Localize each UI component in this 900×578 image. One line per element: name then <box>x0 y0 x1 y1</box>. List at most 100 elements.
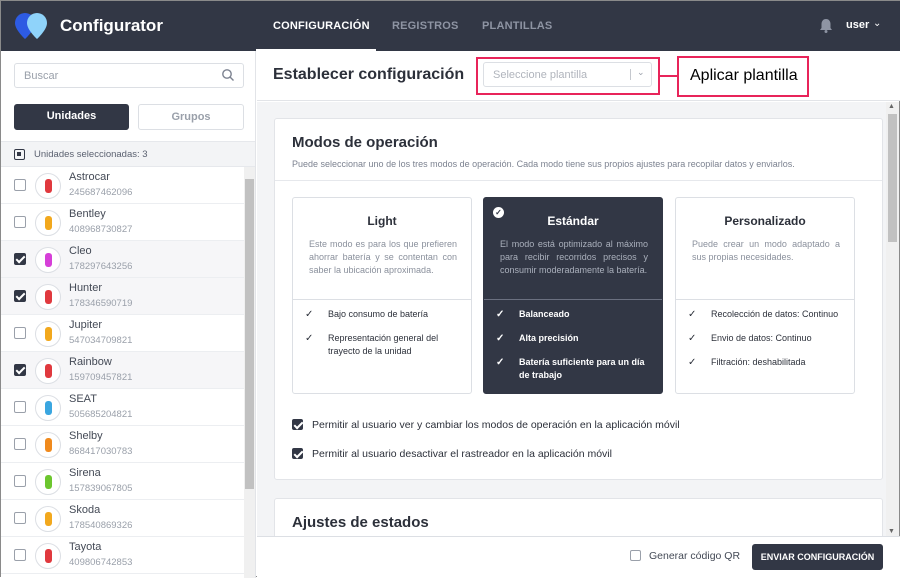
unit-id: 408968730827 <box>69 224 133 235</box>
scroll-up-icon[interactable]: ▲ <box>888 103 895 110</box>
unit-id: 159709457821 <box>69 372 133 383</box>
unit-checkbox[interactable] <box>14 290 26 302</box>
scroll-down-icon[interactable]: ▼ <box>888 528 895 535</box>
annotation-highlight <box>476 57 660 95</box>
brand-name: Configurator <box>60 16 163 35</box>
mode-card-personalizado[interactable]: Personalizado Puede crear un modo adapta… <box>675 197 855 394</box>
car-avatar <box>35 506 61 532</box>
unit-checkbox[interactable] <box>14 179 26 191</box>
feature-label: Bajo consumo de batería <box>328 309 429 319</box>
unit-row[interactable]: Shelby 868417030783 <box>1 426 244 463</box>
mode-feature: ✓ Batería suficiente para un día de traba… <box>496 356 656 382</box>
tab-unidades[interactable]: Unidades <box>14 104 129 130</box>
unit-id: 245687462096 <box>69 187 133 198</box>
page-title: Establecer configuración <box>273 66 465 83</box>
unit-checkbox[interactable] <box>14 401 26 413</box>
check-icon: ✓ <box>688 357 697 368</box>
unit-checkbox[interactable] <box>14 327 26 339</box>
car-icon <box>45 216 52 230</box>
tab-grupos[interactable]: Grupos <box>138 104 244 130</box>
divider <box>275 180 882 181</box>
logo-icon <box>15 13 47 39</box>
unit-checkbox[interactable] <box>14 216 26 228</box>
unit-id: 178297643256 <box>69 261 133 272</box>
car-avatar <box>35 358 61 384</box>
scrollbar-thumb[interactable] <box>888 114 897 242</box>
unit-row[interactable]: Jupiter 547034709821 <box>1 315 244 352</box>
check-icon: ✓ <box>305 333 314 344</box>
send-config-button[interactable]: ENVIAR CONFIGURACIÓN <box>752 544 883 570</box>
checkbox[interactable] <box>292 419 303 430</box>
permission-change-modes[interactable]: Permitir al usuario ver y cambiar los mo… <box>292 419 680 431</box>
generate-qr-option[interactable]: Generar código QR <box>630 550 740 562</box>
unit-name: Astrocar <box>69 171 110 183</box>
mode-feature: ✓ Envio de datos: Continuo <box>688 332 848 345</box>
mode-description: Este modo es para los que prefieren ahor… <box>309 239 457 275</box>
permission-label: Permitir al usuario ver y cambiar los mo… <box>312 419 680 431</box>
mode-description: Puede crear un modo adaptado a sus propi… <box>692 239 840 262</box>
footer-bar: Generar código QR ENVIAR CONFIGURACIÓN <box>257 536 900 577</box>
bell-icon[interactable] <box>819 18 833 33</box>
search-input[interactable]: Buscar <box>14 63 244 88</box>
scrollbar-thumb[interactable] <box>245 179 254 489</box>
car-avatar <box>35 469 61 495</box>
divider <box>676 299 854 300</box>
car-avatar <box>35 210 61 236</box>
unit-checkbox[interactable] <box>14 549 26 561</box>
nav-plantillas[interactable]: PLANTILLAS <box>482 20 552 32</box>
unit-checkbox[interactable] <box>14 253 26 265</box>
unit-row[interactable]: Tayota 409806742853 <box>1 537 244 574</box>
unit-id: 178346590719 <box>69 298 133 309</box>
qr-label: Generar código QR <box>649 550 741 562</box>
mode-card-estándar[interactable]: ✓ Estándar El modo está optimizado al máx… <box>483 197 663 394</box>
car-avatar <box>35 173 61 199</box>
permission-disable-tracker[interactable]: Permitir al usuario desactivar el rastre… <box>292 448 612 460</box>
unit-row[interactable]: Rainbow 159709457821 <box>1 352 244 389</box>
unit-name: Hunter <box>69 282 103 294</box>
unit-row[interactable]: Skoda 178540869326 <box>1 500 244 537</box>
check-icon: ✓ <box>496 357 505 368</box>
feature-label: Representación general del trayecto de l… <box>328 333 439 356</box>
check-icon: ✓ <box>496 309 505 320</box>
unit-row[interactable]: SEAT 505685204821 <box>1 389 244 426</box>
chevron-down-icon[interactable]: ⌄ <box>873 18 881 29</box>
unit-checkbox[interactable] <box>14 438 26 450</box>
select-all-checkbox[interactable] <box>14 149 25 160</box>
qr-checkbox[interactable] <box>630 550 641 561</box>
unit-id: 868417030783 <box>69 446 133 457</box>
unit-checkbox[interactable] <box>14 512 26 524</box>
unit-row[interactable]: Hunter 178346590719 <box>1 278 244 315</box>
unit-name: Skoda <box>69 504 101 516</box>
unit-row[interactable]: Astrocar 245687462096 <box>1 167 244 204</box>
car-icon <box>45 253 52 267</box>
mode-title: Light <box>367 214 397 228</box>
unit-checkbox[interactable] <box>14 364 26 376</box>
unit-name: Rainbow <box>69 356 112 368</box>
unit-row[interactable]: Bentley 408968730827 <box>1 204 244 241</box>
car-avatar <box>35 247 61 273</box>
car-avatar <box>35 543 61 569</box>
search-icon[interactable] <box>221 68 235 82</box>
nav-configuracion[interactable]: CONFIGURACIÓN <box>273 20 370 32</box>
unit-name: Sirena <box>69 467 101 479</box>
user-menu[interactable]: user <box>846 19 869 31</box>
car-icon <box>45 179 52 193</box>
unit-row[interactable]: Sirena 157839067805 <box>1 463 244 500</box>
mode-feature: ✓ Balanceado <box>496 308 656 321</box>
sidebar-scrollbar[interactable] <box>244 167 255 578</box>
mode-card-light[interactable]: Light Este modo es para los que prefiere… <box>292 197 472 394</box>
car-avatar <box>35 284 61 310</box>
mode-feature: ✓ Bajo consumo de batería <box>305 308 465 321</box>
unit-id: 505685204821 <box>69 409 133 420</box>
feature-label: Recolección de datos: Continuo <box>711 309 839 319</box>
unit-checkbox[interactable] <box>14 475 26 487</box>
nav-registros[interactable]: REGISTROS <box>392 20 459 32</box>
check-icon: ✓ <box>688 309 697 320</box>
content-scrollbar[interactable]: ▲ ▼ <box>886 102 899 536</box>
unit-name: Shelby <box>69 430 103 442</box>
unit-row[interactable]: Cleo 178297643256 <box>1 241 244 278</box>
unit-name: Bentley <box>69 208 106 220</box>
checkbox[interactable] <box>292 448 303 459</box>
selected-units-bar: Unidades seleccionadas: 3 <box>1 141 255 167</box>
car-icon <box>45 512 52 526</box>
